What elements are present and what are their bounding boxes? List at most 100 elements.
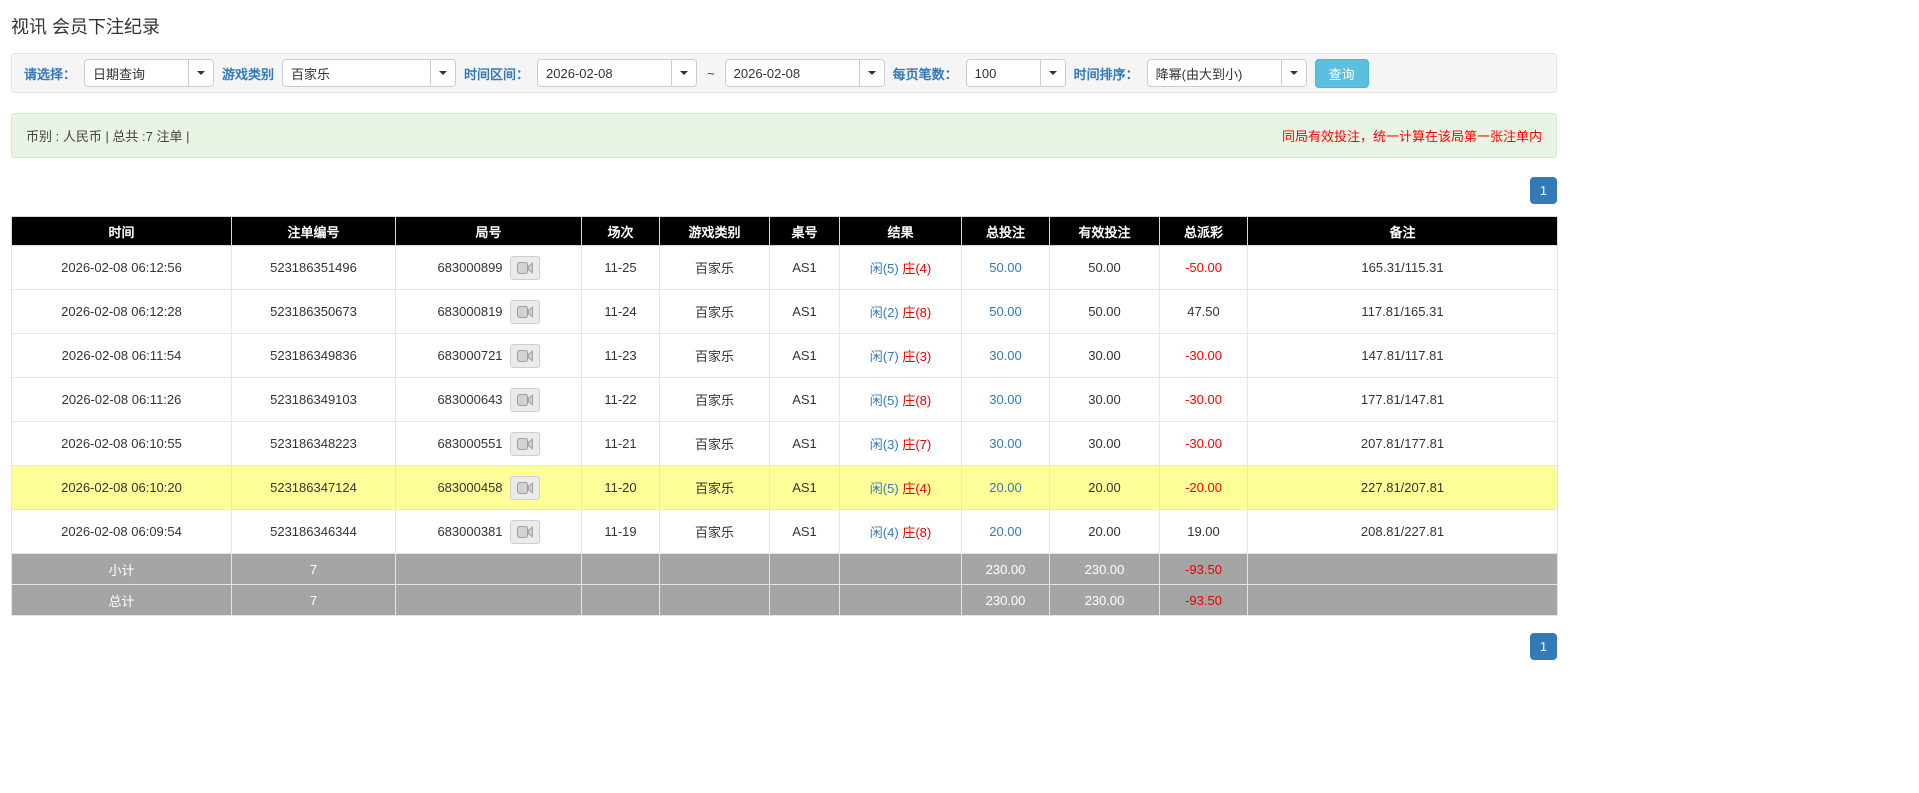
column-header: 桌号	[770, 217, 840, 246]
date-from-caret-button[interactable]	[671, 60, 696, 86]
video-replay-button[interactable]	[510, 432, 540, 456]
cell-session: 11-21	[582, 422, 660, 466]
video-replay-button[interactable]	[510, 520, 540, 544]
empty-cell	[660, 585, 770, 616]
round-number: 683000643	[437, 392, 502, 407]
video-replay-button[interactable]	[510, 344, 540, 368]
chevron-down-icon	[1049, 71, 1057, 75]
cell-result: 闲(5) 庄(4)	[840, 466, 962, 510]
date-to-caret-button[interactable]	[859, 60, 884, 86]
cell-valid-bet: 30.00	[1050, 378, 1160, 422]
result-player: 闲(4)	[870, 525, 899, 540]
total-bet-link[interactable]: 30.00	[989, 392, 1022, 407]
cell-round: 683000381	[396, 510, 582, 554]
column-header: 时间	[12, 217, 232, 246]
sort-order-select[interactable]: 降幂(由大到小)	[1147, 59, 1307, 87]
empty-cell	[396, 554, 582, 585]
cell-session: 11-20	[582, 466, 660, 510]
round-number: 683000721	[437, 348, 502, 363]
game-type-caret-button[interactable]	[430, 60, 455, 86]
cell-total-bet: 20.00	[962, 466, 1050, 510]
cell-game-type: 百家乐	[660, 334, 770, 378]
cell-result: 闲(2) 庄(8)	[840, 290, 962, 334]
cell-session: 11-24	[582, 290, 660, 334]
column-header: 注单编号	[232, 217, 396, 246]
subtotal-count: 7	[232, 554, 396, 585]
result-banker: 庄(4)	[902, 481, 931, 496]
total-valid-bet: 230.00	[1050, 585, 1160, 616]
cell-table-no: AS1	[770, 510, 840, 554]
video-replay-button[interactable]	[510, 300, 540, 324]
cell-note: 227.81/207.81	[1248, 466, 1558, 510]
game-type-select[interactable]: 百家乐	[282, 59, 456, 87]
total-bet-link[interactable]: 50.00	[989, 304, 1022, 319]
total-bet-link[interactable]: 20.00	[989, 524, 1022, 539]
cell-total-bet: 50.00	[962, 246, 1050, 290]
total-bet-link[interactable]: 30.00	[989, 348, 1022, 363]
result-banker: 庄(8)	[902, 305, 931, 320]
cell-total-bet: 30.00	[962, 334, 1050, 378]
table-row: 2026-02-08 06:09:54523186346344683000381…	[12, 510, 1558, 554]
result-banker: 庄(8)	[902, 393, 931, 408]
column-header: 场次	[582, 217, 660, 246]
round-number: 683000899	[437, 260, 502, 275]
cell-round: 683000643	[396, 378, 582, 422]
total-bet-link[interactable]: 30.00	[989, 436, 1022, 451]
search-button[interactable]: 查询	[1315, 59, 1369, 88]
cell-total-bet: 20.00	[962, 510, 1050, 554]
cell-payout: -30.00	[1160, 334, 1248, 378]
column-header: 总投注	[962, 217, 1050, 246]
page-1-button[interactable]: 1	[1530, 633, 1557, 660]
pagination-bottom: 1	[11, 633, 1557, 660]
cell-valid-bet: 30.00	[1050, 422, 1160, 466]
table-summary: 小计 7 230.00 230.00 -93.50 总计 7	[12, 554, 1558, 616]
cell-time: 2026-02-08 06:10:20	[12, 466, 232, 510]
table-body: 2026-02-08 06:12:56523186351496683000899…	[12, 246, 1558, 554]
video-replay-button[interactable]	[510, 388, 540, 412]
cell-round: 683000551	[396, 422, 582, 466]
empty-cell	[660, 554, 770, 585]
chevron-down-icon	[680, 71, 688, 75]
date-to-select[interactable]: 2026-02-08	[725, 59, 885, 87]
total-bet-link[interactable]: 50.00	[989, 260, 1022, 275]
total-count: 7	[232, 585, 396, 616]
page-size-caret-button[interactable]	[1040, 60, 1065, 86]
cell-valid-bet: 30.00	[1050, 334, 1160, 378]
empty-cell	[1248, 585, 1558, 616]
cell-result: 闲(5) 庄(8)	[840, 378, 962, 422]
cell-round: 683000819	[396, 290, 582, 334]
subtotal-label: 小计	[12, 554, 232, 585]
cell-note: 208.81/227.81	[1248, 510, 1558, 554]
empty-cell	[582, 585, 660, 616]
cell-note: 177.81/147.81	[1248, 378, 1558, 422]
date-range-label: 时间区间：	[464, 64, 529, 83]
video-camera-icon	[517, 350, 533, 362]
cell-total-bet: 30.00	[962, 422, 1050, 466]
video-replay-button[interactable]	[510, 256, 540, 280]
page-1-button[interactable]: 1	[1530, 177, 1557, 204]
date-from-select[interactable]: 2026-02-08	[537, 59, 697, 87]
result-banker: 庄(7)	[902, 437, 931, 452]
total-bet-link[interactable]: 20.00	[989, 480, 1022, 495]
result-player: 闲(7)	[870, 349, 899, 364]
sort-order-value: 降幂(由大到小)	[1148, 60, 1281, 86]
cell-game-type: 百家乐	[660, 466, 770, 510]
cell-table-no: AS1	[770, 378, 840, 422]
table-row: 2026-02-08 06:12:56523186351496683000899…	[12, 246, 1558, 290]
query-type-select[interactable]: 日期查询	[84, 59, 214, 87]
cell-table-no: AS1	[770, 246, 840, 290]
page-size-select[interactable]: 100	[966, 59, 1066, 87]
video-replay-button[interactable]	[510, 476, 540, 500]
video-camera-icon	[517, 482, 533, 494]
page-title: 视讯 会员下注纪录	[11, 0, 1557, 53]
table-row: 2026-02-08 06:11:54523186349836683000721…	[12, 334, 1558, 378]
sort-order-caret-button[interactable]	[1281, 60, 1306, 86]
result-banker: 庄(8)	[902, 525, 931, 540]
result-player: 闲(5)	[870, 393, 899, 408]
query-type-caret-button[interactable]	[188, 60, 213, 86]
result-player: 闲(5)	[870, 481, 899, 496]
page-size-value: 100	[967, 60, 1040, 86]
cell-session: 11-23	[582, 334, 660, 378]
pagination-top: 1	[11, 177, 1557, 204]
subtotal-total-bet: 230.00	[962, 554, 1050, 585]
